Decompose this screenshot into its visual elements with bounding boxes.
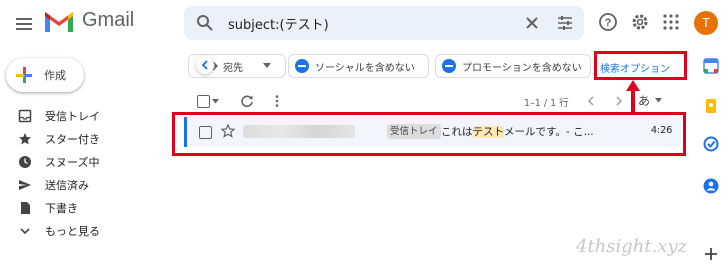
search-input[interactable] — [228, 13, 488, 33]
refresh-icon[interactable] — [240, 94, 254, 108]
sidebar-item-label: 受信トレイ — [45, 110, 100, 123]
calendar-icon[interactable] — [703, 58, 719, 74]
minus-circle-icon — [295, 59, 309, 73]
select-dropdown-icon[interactable] — [212, 99, 219, 104]
email-row[interactable]: 受信トレイ これはテストメールです。- こ... 4:26 — [184, 117, 681, 147]
sender-blurred — [243, 125, 355, 138]
send-icon — [19, 180, 31, 190]
input-tools-dropdown-icon[interactable] — [655, 98, 662, 103]
compose-plus-icon — [16, 67, 32, 83]
add-addon-icon[interactable] — [703, 246, 719, 262]
prev-page-icon[interactable] — [584, 94, 598, 108]
more-vert-icon[interactable] — [270, 94, 284, 108]
email-row-checkbox[interactable] — [199, 126, 212, 139]
chip-scroll-left-button[interactable] — [196, 56, 214, 74]
subject-after: メールです。- こ... — [504, 126, 594, 138]
star-outline-icon[interactable] — [221, 124, 235, 138]
gear-icon[interactable] — [630, 12, 650, 32]
tasks-icon[interactable] — [703, 136, 719, 152]
sidebar-item-label: スター付き — [45, 133, 100, 146]
sidebar-item-label: 送信済み — [45, 179, 89, 192]
svg-text:?: ? — [605, 17, 612, 29]
select-all-checkbox[interactable] — [197, 95, 210, 108]
minus-circle-icon — [442, 59, 456, 73]
inbox-icon — [18, 109, 32, 123]
social-chip-label: ソーシャルを含めない — [315, 63, 415, 74]
sidebar-item-label: スヌーズ中 — [45, 156, 100, 169]
keep-icon[interactable] — [703, 98, 719, 114]
sidebar-item-sent[interactable]: 送信済み — [18, 175, 168, 195]
star-icon — [19, 133, 31, 145]
pagination-text: 1–1 / 1 行 — [524, 98, 569, 109]
sidebar-item-label: 下書き — [45, 202, 78, 215]
account-avatar[interactable]: T — [694, 11, 718, 35]
email-label-badge: 受信トレイ — [387, 124, 441, 139]
recipient-chip-label: 宛先 — [223, 63, 243, 74]
sidebar-item-label: もっと見る — [45, 225, 100, 238]
sidebar-item-drafts[interactable]: 下書き — [18, 198, 168, 218]
clear-search-icon[interactable] — [524, 15, 540, 31]
compose-button[interactable]: 作成 — [6, 58, 84, 92]
dropdown-arrow-icon — [263, 63, 271, 68]
advanced-search-link[interactable]: 検索オプション — [600, 60, 670, 75]
subject-highlight: テスト — [472, 126, 504, 138]
search-bar[interactable] — [184, 6, 584, 40]
search-options-icon[interactable] — [556, 14, 574, 32]
exclude-social-chip[interactable]: ソーシャルを含めない — [288, 54, 429, 78]
exclude-promotions-chip[interactable]: プロモーションを含めない — [435, 54, 591, 78]
apps-grid-icon[interactable] — [662, 13, 680, 31]
sidebar-item-snoozed[interactable]: スヌーズ中 — [18, 152, 168, 172]
email-time: 4:26 — [651, 125, 673, 136]
sidebar-item-starred[interactable]: スター付き — [18, 129, 168, 149]
app-name: Gmail — [82, 9, 135, 31]
search-icon[interactable] — [196, 14, 214, 32]
gmail-logo — [45, 12, 73, 32]
main-menu-button[interactable] — [12, 12, 36, 36]
compose-label: 作成 — [44, 69, 66, 82]
draft-icon — [21, 202, 30, 214]
clock-icon — [19, 156, 31, 168]
chevron-down-icon — [20, 228, 30, 235]
contacts-icon[interactable] — [703, 178, 719, 194]
side-panel — [694, 52, 728, 266]
email-subject: これはテストメールです。- こ... — [441, 124, 594, 139]
subject-before: これは — [441, 126, 473, 138]
promo-chip-label: プロモーションを含めない — [462, 63, 582, 74]
sidebar-item-inbox[interactable]: 受信トレイ — [18, 106, 168, 126]
next-page-icon[interactable] — [612, 94, 626, 108]
help-icon[interactable]: ? — [598, 12, 618, 32]
sidebar-item-more[interactable]: もっと見る — [18, 221, 168, 241]
input-tools-button[interactable]: あ — [638, 92, 650, 109]
chevron-left-icon — [201, 60, 208, 70]
watermark: 4thsight.xyz — [576, 236, 688, 257]
